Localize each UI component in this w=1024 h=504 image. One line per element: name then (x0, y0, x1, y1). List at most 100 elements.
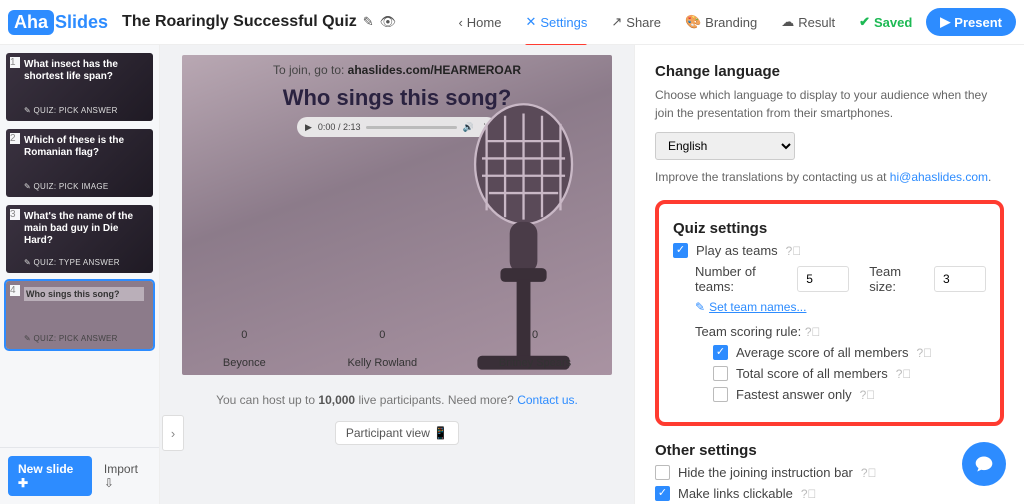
nav-branding[interactable]: 🎨Branding (675, 8, 767, 36)
pencil-icon: ✎ (695, 300, 705, 314)
nav-home-label: Home (467, 15, 502, 30)
join-url: ahaslides.com/HEARMEROAR (348, 63, 521, 77)
team-numbers-row: Number of teams: Team size: (695, 264, 986, 294)
nav-settings[interactable]: ✕Settings (515, 8, 597, 36)
scoring-rule-heading: Team scoring rule: ?⃝ (695, 324, 986, 339)
chat-icon (974, 454, 994, 474)
rule-average-checkbox[interactable] (713, 345, 728, 360)
hostnote-pre: You can host up to (216, 393, 318, 407)
thumb-type: QUIZ: TYPE ANSWER (24, 258, 120, 267)
participant-view-button[interactable]: Participant view 📱 (335, 421, 459, 445)
logo[interactable]: Aha Slides (8, 10, 108, 35)
new-slide-label: New slide (18, 462, 73, 476)
thumb-title: Who sings this song? (24, 287, 144, 301)
rule-fastest-checkbox[interactable] (713, 387, 728, 402)
saved-label: Saved (874, 15, 912, 30)
saved-indicator: ✔ Saved (849, 8, 922, 36)
improve-email-link[interactable]: hi@ahaslides.com (890, 170, 988, 184)
collapse-thumbs-button[interactable]: › (162, 415, 184, 451)
help-icon[interactable]: ?⃝ (916, 346, 932, 360)
app-header: Aha Slides The Roaringly Successful Quiz… (0, 0, 1024, 45)
rule-average-label: Average score of all members (736, 345, 908, 360)
pencil-icon[interactable]: ✎ (363, 14, 374, 30)
hide-join-checkbox[interactable] (655, 465, 670, 480)
thumb-number: 4 (10, 285, 20, 296)
team-size-input[interactable] (934, 266, 986, 292)
language-select[interactable]: English (655, 132, 795, 160)
rule-total-checkbox[interactable] (713, 366, 728, 381)
editor-canvas: To join, go to: ahaslides.com/HEARMEROAR… (160, 45, 634, 504)
present-button[interactable]: ▶ Present (926, 8, 1016, 36)
nav-home[interactable]: ‹ Home (448, 9, 511, 36)
import-label: Import (104, 462, 138, 476)
audio-time: 0:00 / 2:13 (318, 122, 361, 132)
set-team-names-label: Set team names... (709, 300, 806, 314)
present-label: Present (954, 15, 1002, 30)
import-button[interactable]: Import ⇩ (100, 456, 152, 496)
improve-pre: Improve the translations by contacting u… (655, 170, 890, 184)
thumb-number: 1 (10, 57, 20, 68)
logo-mark: Aha (8, 10, 54, 35)
help-icon[interactable]: ?⃝ (896, 367, 912, 381)
play-icon[interactable]: ▶ (305, 122, 312, 133)
help-icon[interactable]: ?⃝ (861, 466, 877, 480)
contact-link[interactable]: Contact us. (517, 393, 578, 407)
thumb-2[interactable]: 2 Which of these is the Romanian flag? Q… (6, 129, 153, 197)
play-as-teams-checkbox[interactable] (673, 243, 688, 258)
rule-fastest-row: Fastest answer only ?⃝ (713, 387, 986, 402)
share-icon: ↗ (611, 14, 622, 30)
thumb-type: QUIZ: PICK IMAGE (24, 182, 109, 191)
nav-result[interactable]: ☁ Result (771, 8, 845, 36)
join-pre: To join, go to: (273, 63, 348, 77)
links-clickable-checkbox[interactable] (655, 486, 670, 501)
new-slide-button[interactable]: New slide ✚ (8, 456, 92, 496)
answer-3: Britney Spears (499, 329, 571, 369)
chevron-left-icon: ‹ (458, 15, 462, 30)
answer-options: Beyonce Kelly Rowland Britney Spears (182, 329, 612, 369)
scoring-rule-label: Team scoring rule: (695, 324, 801, 339)
play-as-teams-row: Play as teams ?⃝ (673, 243, 986, 258)
quiz-settings-box: Quiz settings Play as teams ?⃝ Number of… (655, 200, 1004, 426)
team-size-label: Team size: (869, 264, 926, 294)
thumbs-bottombar: New slide ✚ Import ⇩ (0, 447, 160, 504)
help-icon[interactable]: ?⃝ (805, 325, 821, 339)
logo-text: Slides (55, 12, 108, 33)
quiz-settings-heading: Quiz settings (673, 220, 986, 237)
thumb-3[interactable]: 3 What's the name of the main bad guy in… (6, 205, 153, 273)
rule-average-row: Average score of all members ?⃝ (713, 345, 986, 360)
thumb-title: What insect has the shortest life span? (24, 59, 144, 83)
nav-result-label: Result (798, 15, 835, 30)
thumb-type: QUIZ: PICK ANSWER (24, 106, 118, 115)
cloud-icon: ☁ (781, 14, 794, 30)
pview-label: Participant view (346, 426, 430, 440)
nav-share[interactable]: ↗Share (601, 8, 671, 36)
play-as-teams-label: Play as teams (696, 243, 778, 258)
check-icon: ✔ (859, 14, 870, 30)
answer-1: Beyonce (223, 329, 266, 369)
thumb-type: QUIZ: PICK ANSWER (24, 334, 118, 343)
thumb-1[interactable]: 1 What insect has the shortest life span… (6, 53, 153, 121)
host-note: You can host up to 10,000 live participa… (216, 393, 578, 407)
hide-join-label: Hide the joining instruction bar (678, 465, 853, 480)
thumb-title: What's the name of the main bad guy in D… (24, 211, 144, 247)
help-icon[interactable]: ?⃝ (801, 487, 817, 501)
set-team-names-link[interactable]: ✎ Set team names... (695, 300, 986, 314)
num-teams-input[interactable] (797, 266, 849, 292)
answer-2: Kelly Rowland (347, 329, 417, 369)
links-clickable-row: Make links clickable ?⃝ (655, 486, 1004, 501)
hide-join-row: Hide the joining instruction bar ?⃝ (655, 465, 1004, 480)
hostnote-num: 10,000 (318, 393, 355, 407)
chat-bubble-button[interactable] (962, 442, 1006, 486)
slide-thumbnails: 1 What insect has the shortest life span… (0, 45, 160, 504)
presentation-title[interactable]: The Roaringly Successful Quiz (122, 13, 357, 31)
help-icon[interactable]: ?⃝ (860, 388, 876, 402)
play-icon: ▶ (940, 14, 950, 30)
thumb-title: Which of these is the Romanian flag? (24, 135, 144, 159)
other-settings-heading: Other settings (655, 442, 1004, 459)
help-icon[interactable]: ?⃝ (786, 244, 802, 258)
slide-preview: To join, go to: ahaslides.com/HEARMEROAR… (182, 55, 612, 375)
settings-panel: Change language Choose which language to… (634, 45, 1024, 504)
hostnote-post: live participants. Need more? (355, 393, 517, 407)
thumb-4[interactable]: 4 Who sings this song? QUIZ: PICK ANSWER (6, 281, 153, 349)
eye-icon[interactable]: 👁 (380, 14, 397, 30)
